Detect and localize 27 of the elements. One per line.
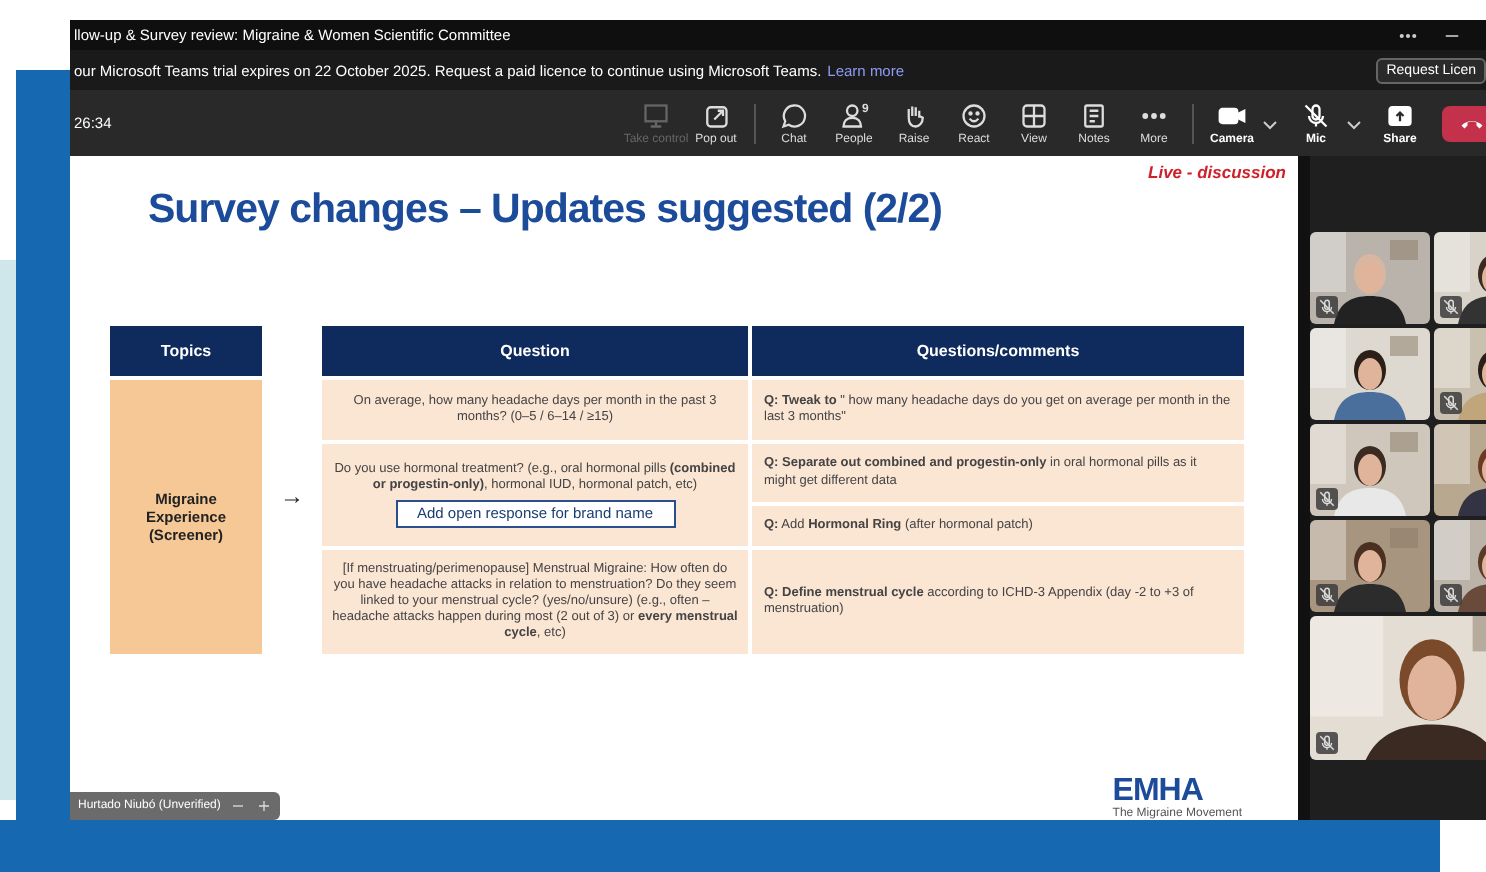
mic-off-icon (1318, 490, 1336, 508)
pop-out-icon (702, 101, 730, 129)
chevron-icon[interactable] (1262, 115, 1278, 131)
grid-icon (1020, 101, 1048, 129)
slide-title: Survey changes – Updates suggested (2/2) (148, 186, 942, 234)
chat-icon (780, 101, 808, 129)
mic-off-icon (1442, 298, 1460, 316)
notes-icon (1080, 101, 1108, 129)
mic-off-icon (1302, 101, 1330, 129)
table-header: Topics (110, 326, 262, 376)
smiley-icon (960, 101, 988, 129)
chevron-icon[interactable] (1346, 115, 1362, 131)
plus-icon (256, 798, 273, 814)
table-header: Question (322, 326, 748, 376)
mic-off-icon (1318, 734, 1336, 752)
logo-mark: EMHA (1112, 776, 1203, 808)
screen-icon (642, 101, 670, 129)
mic-off-icon (1442, 394, 1460, 412)
live-label: Live - discussion (1148, 162, 1286, 182)
share-icon (1386, 101, 1414, 129)
mic-off-icon (1442, 586, 1460, 604)
leave-button[interactable] (1442, 105, 1486, 141)
arrow-glyph: → (278, 481, 306, 509)
mic-off-icon (1318, 586, 1336, 604)
table-header: Questions/comments (752, 326, 1244, 376)
mic-off-icon (1318, 298, 1336, 316)
people-icon (840, 101, 868, 129)
